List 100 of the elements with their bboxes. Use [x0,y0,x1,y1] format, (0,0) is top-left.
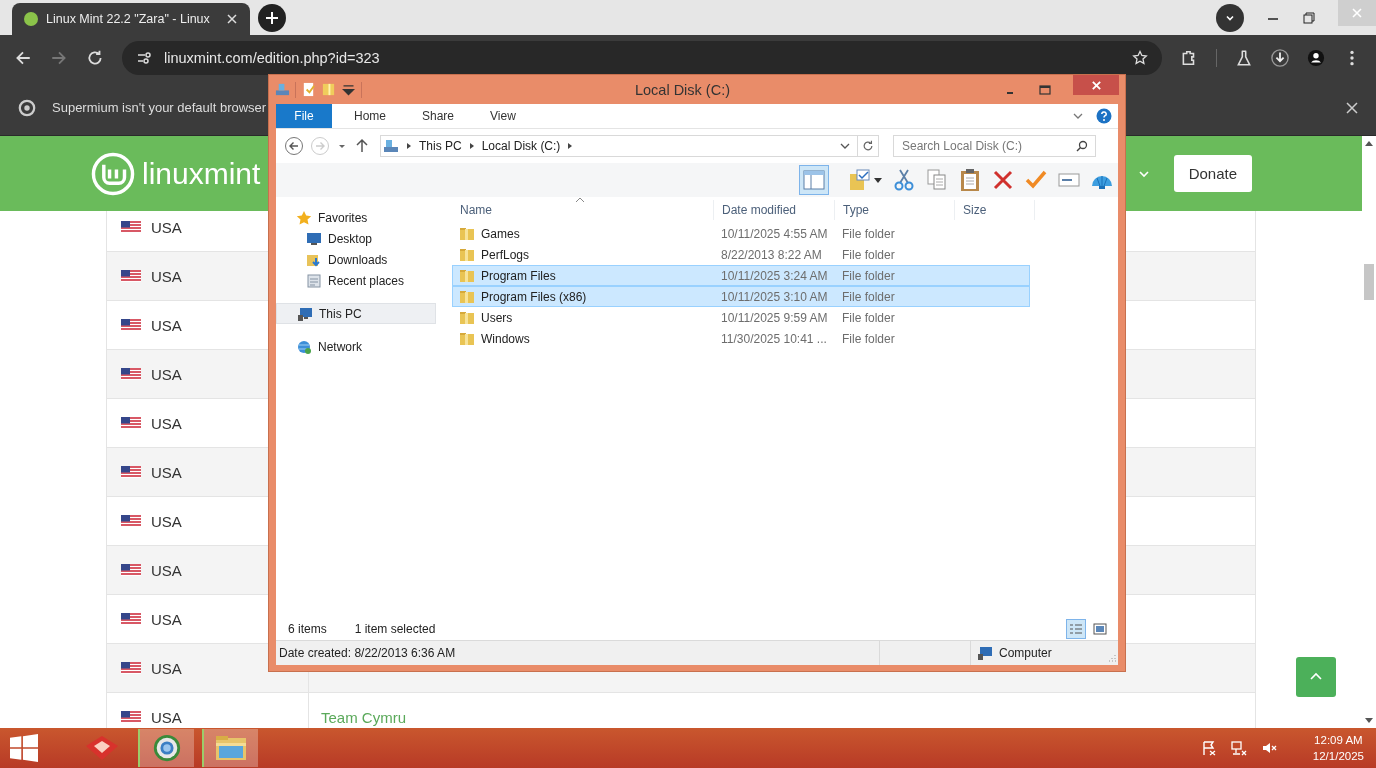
scissors-icon[interactable] [892,168,916,192]
file-name: Program Files [481,268,556,283]
back-icon[interactable] [284,136,304,156]
scroll-up-icon[interactable] [1365,140,1373,146]
nav-item[interactable]: Favorites [276,207,436,228]
us-flag-icon [121,613,141,625]
flask-icon[interactable] [1235,48,1253,67]
column-header[interactable]: Type [835,200,955,220]
file-name: Windows [481,331,530,346]
download-icon[interactable] [1271,48,1289,67]
file-name: PerfLogs [481,247,530,262]
clock-time[interactable]: 12:09 AM [1314,732,1363,748]
chevron-icon[interactable] [405,142,413,150]
ribbon-tab[interactable]: Share [408,104,469,128]
dropdown-icon[interactable] [873,175,883,185]
window-title: Local Disk (C:) [633,81,732,98]
close-icon[interactable] [1346,101,1358,114]
file-date: 10/11/2025 9:59 AM [720,310,829,325]
country-name: USA [151,218,182,236]
ribbon-tab[interactable]: File [276,104,332,128]
column-header[interactable]: Size [955,200,1035,220]
us-flag-icon [121,515,141,527]
nav-item[interactable]: Downloads [276,249,436,270]
plus-icon[interactable] [265,11,279,25]
nav-item[interactable]: This PC [276,303,436,324]
scroll-down-icon[interactable] [1365,718,1373,724]
flag-icon[interactable] [1200,740,1217,756]
us-flag-icon [121,417,141,429]
new-tab-button[interactable] [258,4,286,32]
file-date: 11/30/2025 10:41 ... [720,331,828,346]
folder-icon[interactable] [215,734,247,762]
chevron-icon[interactable] [467,142,476,150]
donate-button[interactable]: Donate [1173,155,1252,192]
scrollbar-thumb[interactable] [1364,264,1374,300]
delete-icon[interactable] [991,168,1015,192]
restore-icon[interactable] [1302,10,1316,25]
properties-icon[interactable] [301,82,316,97]
country-name: USA [151,610,182,628]
ribbon-tab[interactable]: Home [340,104,400,128]
file-name: Users [481,310,513,325]
taskbar-app[interactable] [202,729,258,767]
resize-grip-icon[interactable] [1106,652,1116,662]
browser-icon[interactable] [152,733,182,763]
refresh-button[interactable] [857,135,879,157]
country-name: USA [151,316,182,334]
nav-item-icon [296,338,312,355]
us-flag-icon [121,221,141,233]
paste-icon[interactable] [958,168,982,192]
selection-count: 1 item selected [354,622,436,636]
dropdown-icon[interactable] [341,82,356,97]
nav-item[interactable]: Recent places [276,270,436,291]
maximize-icon[interactable] [1038,82,1052,97]
clock-date[interactable]: 12/1/2025 [1312,748,1364,764]
breadcrumb[interactable]: Local Disk (C:) [481,139,561,153]
breadcrumb[interactable]: This PC [419,139,462,153]
nav-item[interactable]: Network [276,336,436,357]
file-type: File folder [841,268,896,283]
country-name: USA [151,659,182,677]
file-row[interactable]: Users 10/11/2025 9:59 AM File folder [452,307,1030,328]
refresh-icon[interactable] [862,140,874,152]
country-name: USA [151,365,182,383]
folder-icon [459,288,475,305]
item-count: 6 items [288,622,327,636]
search-field[interactable]: Search Local Disk (C:) [893,135,1096,157]
column-header[interactable]: Date modified [714,200,835,220]
taskbar-app[interactable] [138,729,194,767]
folder-icon [459,267,475,284]
file-type: File folder [841,331,896,346]
up-icon[interactable] [354,138,370,154]
file-row[interactable]: Windows 11/30/2025 10:41 ... File folder [452,328,1030,349]
nav-item[interactable]: Desktop [276,228,436,249]
app-icon[interactable] [84,734,120,762]
nav-item-icon [306,272,322,289]
search-icon[interactable] [1076,140,1088,152]
file-row[interactable]: PerfLogs 8/22/2013 8:22 AM File folder [452,244,1030,265]
file-row[interactable]: Games 10/11/2025 4:55 AM File folder [452,223,1030,244]
site-settings-icon[interactable] [136,49,152,66]
muted-speaker-icon[interactable] [1260,740,1277,756]
country-name: USA [151,708,182,726]
address-field[interactable]: This PC Local Disk (C:) [380,135,858,157]
column-header[interactable]: Name [452,200,714,220]
close-icon[interactable] [226,13,238,25]
help-icon[interactable] [1096,108,1112,124]
ribbon-tab[interactable]: View [476,104,530,128]
file-row[interactable]: Program Files (x86) 10/11/2025 3:10 AM File folder [452,286,1030,307]
tab-search-button[interactable] [1216,4,1244,32]
address-bar[interactable]: linuxmint.com/edition.php?id=323 [122,40,1162,75]
windows-start-icon[interactable] [10,734,38,762]
star-icon[interactable] [1132,49,1148,66]
folder-icon [459,225,475,242]
sort-ascending-icon [576,197,584,202]
file-date: 10/11/2025 3:10 AM [720,289,829,304]
reload-icon[interactable] [86,48,104,67]
linux-mint-icon [24,12,38,26]
close-button[interactable] [1073,75,1119,95]
file-name: Program Files (x86) [481,289,587,304]
network-icon[interactable] [1230,740,1247,756]
browser-tab[interactable]: Linux Mint 22.2 "Zara" - Linux [12,3,250,35]
profile-icon[interactable] [1307,48,1325,67]
file-row[interactable]: Program Files 10/11/2025 3:24 AM File folder [452,265,1030,286]
